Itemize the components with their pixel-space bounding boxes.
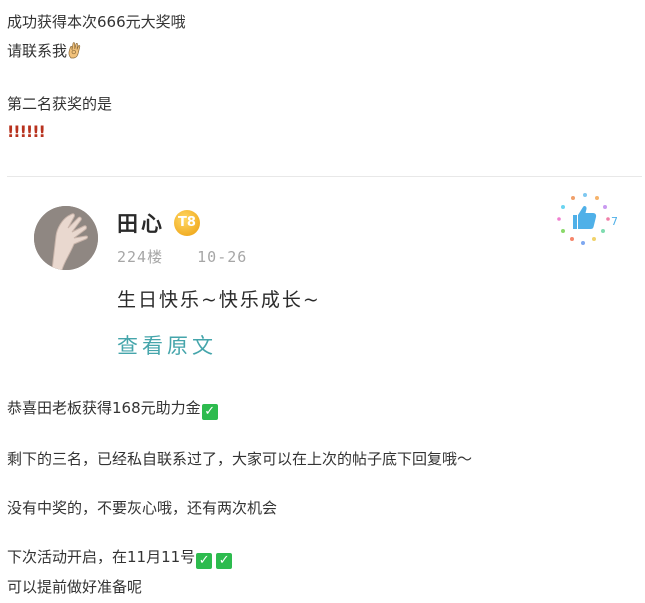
exclamation-marks: !!!!!! [7,122,46,141]
post-line-4: !!!!!! [7,122,46,142]
next-event-text: 下次活动开启，在11月11号 [7,548,196,566]
check-icon: ✓ [201,404,218,420]
comment-date: 10-26 [197,248,248,266]
check-icon: ✓ [196,553,213,569]
post-line-next-event: 下次活动开启，在11月11号 ✓ ✓ [7,547,233,569]
post-line-encourage: 没有中奖的，不要灰心哦，还有两次机会 [7,499,278,517]
ok-hand-icon [68,42,81,59]
comment-meta: 224楼 10-26 [117,246,247,267]
check-icon: ✓ [216,553,233,569]
level-badge: T8 [174,210,200,236]
congrats-text: 恭喜田老板获得168元助力金 [7,399,201,417]
post-line-3: 第二名获奖的是 [7,95,113,113]
post-line-remaining: 剩下的三名，已经私自联系过了，大家可以在上次的帖子底下回复哦～ [7,450,473,468]
post-line-2: 请联系我 [7,41,83,61]
view-original-link[interactable]: 查看原文 [117,330,217,360]
divider [7,176,642,177]
post-line-1: 成功获得本次666元大奖哦 [7,13,186,31]
post-line-2-text: 请联系我 [7,42,68,60]
post-line-congrats: 恭喜田老板获得168元助力金 ✓ [7,398,218,420]
post-line-prepare: 可以提前做好准备呢 [7,578,143,596]
comment-content: 生日快乐~快乐成长~ [117,289,321,311]
avatar-hand-image [34,206,98,270]
comment-author[interactable]: 田心 [117,208,165,238]
avatar [34,206,98,270]
thumbs-up-icon[interactable]: 7 [553,191,617,251]
comment-floor: 224楼 [117,248,164,266]
like-count-hint: 7 [611,215,617,228]
